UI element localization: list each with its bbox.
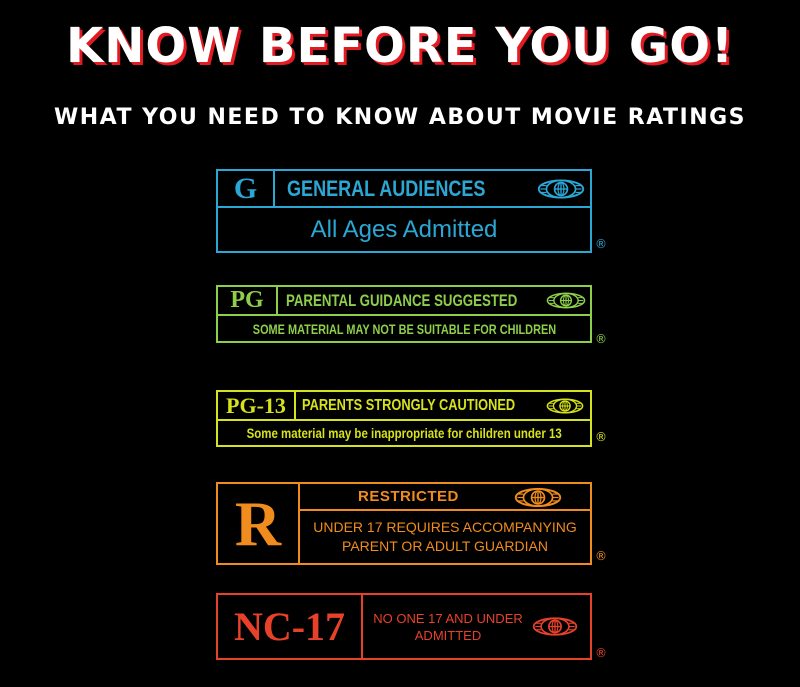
page-title: KNOW BEFORE YOU GO! [66,18,734,74]
registered-mark-pg: ® [595,332,607,346]
rating-description-pg13: Some material may be inappropriate for c… [246,425,562,441]
registered-mark-nc17: ® [595,646,607,660]
rating-heading-r: RESTRICTED [358,488,459,505]
rating-code-g: G [218,171,275,208]
rating-block-g: G GENERAL AUDIENCES All Ages Admitted [216,169,592,253]
rating-description-line2-nc17: ADMITTED [414,627,482,643]
rating-description-line1-nc17: NO ONE 17 AND UNDER [373,610,523,626]
rating-heading-g: GENERAL AUDIENCES [287,175,486,201]
rating-description-line2-r: PARENT OR ADULT GUARDIAN [342,538,548,554]
registered-mark-pg13: ® [595,430,607,444]
rating-description-cell-nc17: NO ONE 17 AND UNDER ADMITTED [363,595,533,658]
rating-code-r: R [218,484,300,563]
rating-description-pg: SOME MATERIAL MAY NOT BE SUITABLE FOR CH… [252,320,556,337]
rating-description-cell-r: UNDER 17 REQUIRES ACCOMPANYING PARENT OR… [300,511,590,563]
mpa-globe-icon [532,616,578,637]
rating-code-pg: PG [218,287,278,316]
rating-description-cell-pg: SOME MATERIAL MAY NOT BE SUITABLE FOR CH… [218,316,590,341]
rating-code-pg13: PG-13 [218,392,296,421]
mpa-globe-icon [546,291,586,310]
mpa-globe-icon [514,487,562,508]
rating-code-nc17: NC-17 [218,595,363,658]
rating-heading-cell-pg: PARENTAL GUIDANCE SUGGESTED [278,287,590,316]
rating-block-pg: PG PARENTAL GUIDANCE SUGGESTED SOME MATE… [216,285,592,343]
rating-block-r: R RESTRICTED UNDER 17 REQUIRES ACCOMPANY… [216,482,592,565]
rating-block-pg13: PG-13 PARENTS STRONGLY CAUTIONED Some ma… [216,390,592,447]
rating-description-line1-r: UNDER 17 REQUIRES ACCOMPANYING [313,519,577,535]
rating-block-nc17: NC-17 NO ONE 17 AND UNDER ADMITTED [216,593,592,660]
registered-mark-g: ® [595,237,607,251]
rating-description-cell-pg13: Some material may be inappropriate for c… [218,421,590,445]
page-subtitle: WHAT YOU NEED TO KNOW ABOUT MOVIE RATING… [53,105,747,130]
rating-heading-pg: PARENTAL GUIDANCE SUGGESTED [286,290,518,310]
rating-heading-pg13: PARENTS STRONGLY CAUTIONED [302,396,516,414]
mpa-globe-icon [546,397,584,415]
mpa-globe-icon [537,178,585,200]
rating-description-g: All Ages Admitted [310,215,498,243]
registered-mark-r: ® [595,549,607,563]
